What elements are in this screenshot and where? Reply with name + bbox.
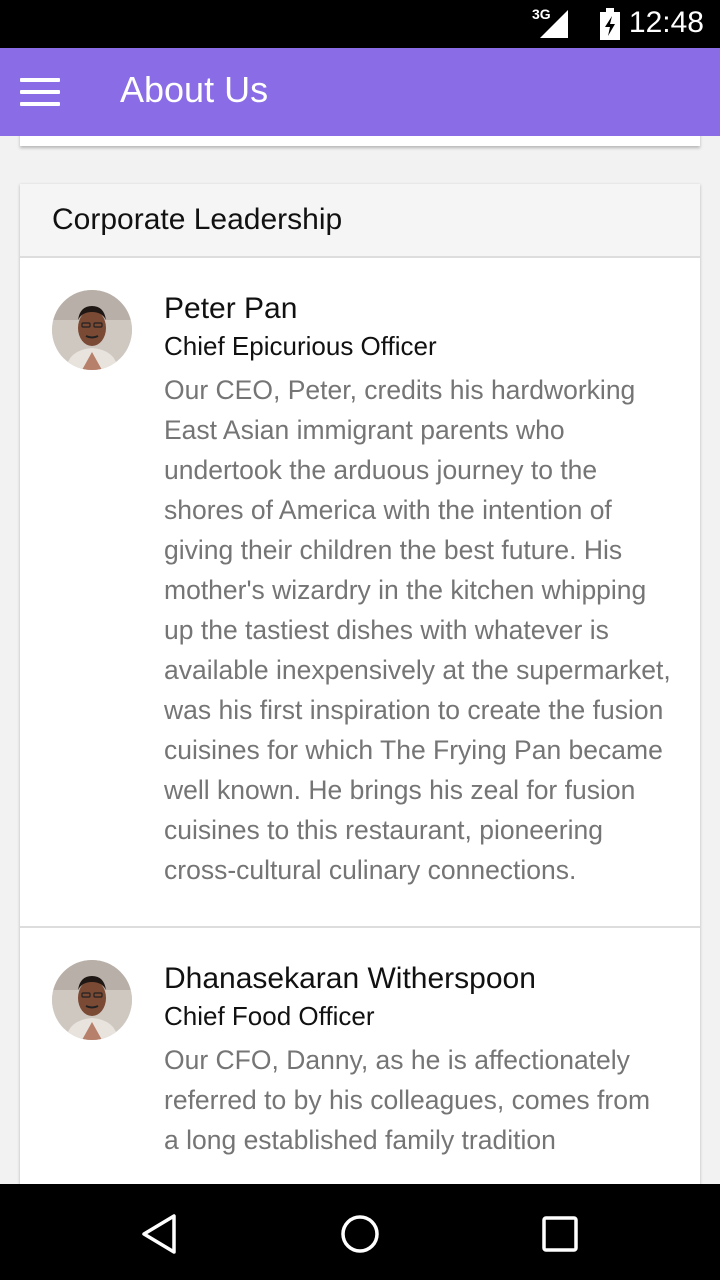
avatar xyxy=(52,290,132,370)
list-item[interactable]: Dhanasekaran Witherspoon Chief Food Offi… xyxy=(20,928,700,1184)
avatar xyxy=(52,960,132,1040)
recents-icon[interactable] xyxy=(538,1212,582,1256)
leader-bio: Our CEO, Peter, credits his hardworking … xyxy=(164,375,671,885)
leader-bio: Our CFO, Danny, as he is affectionately … xyxy=(164,1045,651,1155)
previous-card xyxy=(20,136,700,146)
list-item[interactable]: Peter Pan Chief Epicurious Officer Our C… xyxy=(20,258,700,928)
hamburger-menu-icon[interactable] xyxy=(20,78,60,106)
content-scroll[interactable]: Corporate Leadership Peter Pan Chief Epi… xyxy=(0,136,720,1184)
home-icon[interactable] xyxy=(338,1212,382,1256)
page-title: About Us xyxy=(120,69,269,110)
status-bar: 3G 12:48 xyxy=(0,0,720,48)
battery-icon xyxy=(600,8,620,40)
leadership-card: Corporate Leadership Peter Pan Chief Epi… xyxy=(20,184,700,1184)
back-icon[interactable] xyxy=(138,1212,182,1256)
system-nav-bar xyxy=(0,1184,720,1280)
card-header: Corporate Leadership xyxy=(20,184,700,258)
leader-role: Chief Food Officer xyxy=(164,1001,375,1031)
signal-icon: 3G xyxy=(532,6,570,40)
network-type: 3G xyxy=(532,6,551,22)
leader-name: Dhanasekaran Witherspoon xyxy=(164,962,536,995)
leader-name: Peter Pan xyxy=(164,292,298,325)
card-header-title: Corporate Leadership xyxy=(52,203,343,236)
app-toolbar: About Us xyxy=(0,48,720,136)
status-time: 12:48 xyxy=(628,6,704,39)
leader-role: Chief Epicurious Officer xyxy=(164,331,437,361)
